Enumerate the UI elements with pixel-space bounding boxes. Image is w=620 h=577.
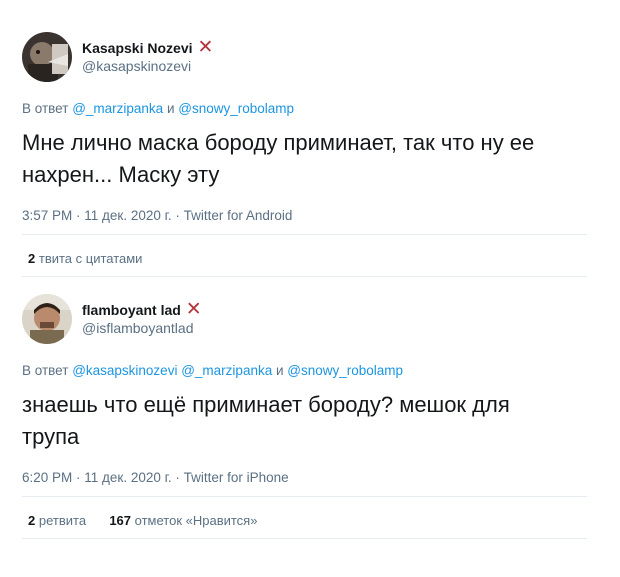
engagement-stats: 2 ретвита 167 отметок «Нравится» [28,512,257,530]
tweet-text-line: Мне лично маска бороду приминает, так чт… [22,130,535,155]
reply-to-line: В ответ @kasapskinozevi @_marzipanka и @… [22,362,592,380]
mention-link[interactable]: @_marzipanka [181,363,272,378]
tweet-timestamp[interactable]: 3:57 PM · 11 дек. 2020 г. · Twitter for … [22,207,592,225]
retweets-label: ретвита [38,513,87,528]
reply-to-line: В ответ @_marzipanka и @snowy_robolamp [22,100,592,118]
tweet-text: Мне лично маска бороду приминает, так чт… [22,127,582,191]
display-name[interactable]: Kasapski Nozevi [82,39,193,57]
tweet-header: Kasapski Nozevi ✕ @kasapskinozevi [22,30,592,84]
retweets-count: 2 [28,513,36,528]
reply-conjunction: и [166,101,175,116]
mention-link[interactable]: @snowy_robolamp [178,101,294,116]
likes-stat[interactable]: 167 отметок «Нравится» [109,513,257,528]
quote-count: 2 [28,251,36,266]
user-handle[interactable]: @isflamboyantlad [82,319,202,337]
divider [22,234,587,235]
mention-link[interactable]: @_marzipanka [72,101,163,116]
display-name[interactable]: flamboyant lad [82,301,181,319]
likes-count: 167 [109,513,132,528]
user-names: flamboyant lad ✕ @isflamboyantlad [82,299,202,337]
divider [22,496,587,497]
likes-label: отметок «Нравится» [134,513,258,528]
tweet-text-line: трупа [22,424,80,449]
quote-label: твита с цитатами [38,251,143,266]
divider [22,538,587,539]
tweet-header: flamboyant lad ✕ @isflamboyantlad [22,292,592,346]
user-names: Kasapski Nozevi ✕ @kasapskinozevi [82,37,214,75]
avatar[interactable] [22,294,72,344]
tweet-isflamboyantlad: flamboyant lad ✕ @isflamboyantlad В отве… [22,292,592,487]
mention-link[interactable]: @kasapskinozevi [72,363,177,378]
tweet-timestamp[interactable]: 6:20 PM · 11 дек. 2020 г. · Twitter for … [22,469,592,487]
quote-tweets-count[interactable]: 2 твита с цитатами [28,250,142,268]
tweet-kasapskinozevi: Kasapski Nozevi ✕ @kasapskinozevi В отве… [22,30,592,225]
user-handle[interactable]: @kasapskinozevi [82,57,213,75]
red-x-icon: ✕ [185,299,202,320]
tweet-text-line: знаешь что ещё приминает бороду? мешок д… [22,392,510,417]
tweet-text-line: нахрен... Маску эту [22,162,220,187]
reply-prefix: В ответ [22,363,69,378]
tweet-text: знаешь что ещё приминает бороду? мешок д… [22,389,582,453]
avatar[interactable] [22,32,72,82]
mention-link[interactable]: @snowy_robolamp [287,363,403,378]
divider [22,276,587,277]
retweets-stat[interactable]: 2 ретвита [28,513,90,528]
red-x-icon: ✕ [197,37,214,58]
reply-prefix: В ответ [22,101,69,116]
reply-conjunction: и [275,363,284,378]
